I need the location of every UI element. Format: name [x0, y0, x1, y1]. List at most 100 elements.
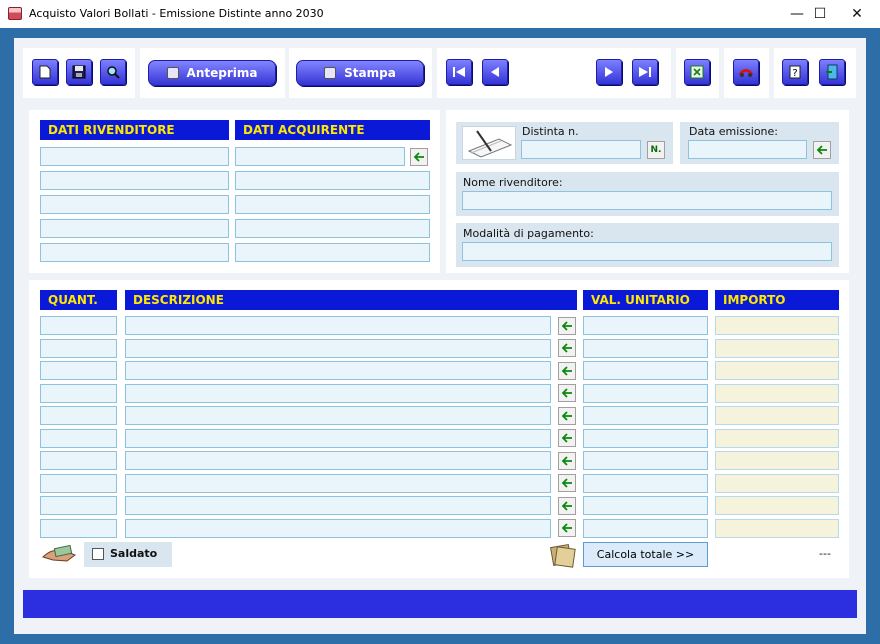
description-lookup-button[interactable]	[558, 474, 576, 492]
qty-cell[interactable]	[40, 451, 117, 470]
floppy-disk-icon	[72, 65, 86, 79]
arrow-left-icon	[413, 152, 424, 162]
description-cell[interactable]	[125, 428, 551, 448]
qty-cell[interactable]	[40, 428, 117, 448]
close-button[interactable]: ✕	[834, 0, 880, 28]
description-cell[interactable]	[125, 383, 551, 403]
amount-cell[interactable]	[715, 518, 839, 538]
qty-cell[interactable]	[40, 361, 117, 380]
payment-input[interactable]	[462, 242, 832, 261]
description-cell[interactable]	[125, 473, 551, 493]
tools-button[interactable]	[733, 59, 759, 85]
unit-value-cell[interactable]	[583, 338, 708, 358]
unit-value-cell[interactable]	[583, 428, 708, 448]
preview-button[interactable]: Anteprima	[148, 60, 276, 86]
date-picker-button[interactable]	[813, 141, 831, 159]
amount-cell[interactable]	[715, 473, 839, 493]
buyer-line-3[interactable]	[235, 195, 430, 214]
toolbar-file-group	[23, 48, 135, 98]
description-lookup-button[interactable]	[558, 361, 576, 380]
paid-checkbox[interactable]	[92, 548, 104, 560]
new-button[interactable]	[32, 59, 58, 85]
unit-value-cell[interactable]	[583, 406, 708, 425]
qty-cell[interactable]	[40, 473, 117, 493]
next-record-button[interactable]	[596, 59, 622, 85]
amount-cell[interactable]	[715, 361, 839, 380]
description-cell[interactable]	[125, 496, 551, 515]
description-cell[interactable]	[125, 338, 551, 358]
buyer-line-5[interactable]	[235, 243, 430, 262]
unit-value-cell[interactable]	[583, 451, 708, 470]
last-record-button[interactable]	[632, 59, 658, 85]
seller-line-3[interactable]	[40, 195, 229, 214]
search-button[interactable]	[100, 59, 126, 85]
excel-export-button[interactable]	[684, 59, 710, 85]
seller-line-1[interactable]	[40, 147, 229, 166]
buyer-lookup-button[interactable]	[410, 148, 428, 166]
preview-label: Anteprima	[186, 66, 258, 80]
window-title: Acquisto Valori Bollati - Emissione Dist…	[29, 7, 324, 20]
seller-line-4[interactable]	[40, 219, 229, 238]
qty-cell[interactable]	[40, 496, 117, 515]
buyer-line-2[interactable]	[235, 171, 430, 190]
banknotes-icon	[548, 541, 578, 569]
seller-line-2[interactable]	[40, 171, 229, 190]
description-lookup-button[interactable]	[558, 406, 576, 425]
unit-value-cell[interactable]	[583, 383, 708, 403]
buyer-line-1[interactable]	[235, 147, 405, 166]
invoice-number-input[interactable]	[521, 140, 641, 159]
amount-cell[interactable]	[715, 383, 839, 403]
description-lookup-button[interactable]	[558, 384, 576, 402]
invoice-picture	[462, 126, 516, 160]
description-lookup-button[interactable]	[558, 496, 576, 515]
excel-export-icon	[690, 65, 704, 79]
toolbar-export-group	[676, 48, 719, 98]
description-lookup-button[interactable]	[558, 316, 576, 335]
last-record-icon	[639, 67, 651, 77]
unit-value-cell[interactable]	[583, 518, 708, 538]
tools-icon	[738, 69, 754, 77]
unit-value-cell[interactable]	[583, 473, 708, 493]
amount-cell[interactable]	[715, 451, 839, 470]
invoice-number-label: Distinta n.	[522, 125, 579, 138]
description-cell[interactable]	[125, 451, 551, 470]
date-input[interactable]	[688, 140, 807, 159]
description-cell[interactable]	[125, 361, 551, 380]
svg-text:?: ?	[792, 68, 797, 79]
qty-cell[interactable]	[40, 518, 117, 538]
seller-line-5[interactable]	[40, 243, 229, 262]
description-header: DESCRIZIONE	[125, 290, 577, 310]
previous-record-button[interactable]	[482, 59, 508, 85]
buyer-line-4[interactable]	[235, 219, 430, 238]
description-lookup-button[interactable]	[558, 429, 576, 447]
qty-cell[interactable]	[40, 406, 117, 425]
description-lookup-button[interactable]	[558, 451, 576, 470]
toolbar-tools-group	[724, 48, 769, 98]
print-button[interactable]: Stampa	[296, 60, 424, 86]
description-lookup-button[interactable]	[558, 339, 576, 357]
save-button[interactable]	[66, 59, 92, 85]
exit-button[interactable]	[819, 59, 845, 85]
unit-value-cell[interactable]	[583, 361, 708, 380]
amount-cell[interactable]	[715, 338, 839, 358]
amount-cell[interactable]	[715, 496, 839, 515]
parties-panel: DATI RIVENDITORE DATI ACQUIRENTE	[29, 110, 440, 273]
description-cell[interactable]	[125, 518, 551, 538]
new-number-button[interactable]: N.	[647, 141, 665, 159]
help-button[interactable]: ?	[782, 59, 808, 85]
qty-cell[interactable]	[40, 316, 117, 335]
description-cell[interactable]	[125, 316, 551, 335]
calculate-total-button[interactable]: Calcola totale >>	[583, 542, 708, 567]
qty-cell[interactable]	[40, 338, 117, 358]
qty-cell[interactable]	[40, 383, 117, 403]
unit-value-cell[interactable]	[583, 496, 708, 515]
description-lookup-button[interactable]	[558, 519, 576, 537]
first-record-button[interactable]	[446, 59, 472, 85]
seller-name-input[interactable]	[462, 191, 832, 210]
amount-cell[interactable]	[715, 316, 839, 335]
description-cell[interactable]	[125, 406, 551, 425]
amount-cell[interactable]	[715, 406, 839, 425]
amount-cell[interactable]	[715, 428, 839, 448]
notepad-pen-icon	[467, 130, 513, 158]
unit-value-cell[interactable]	[583, 316, 708, 335]
